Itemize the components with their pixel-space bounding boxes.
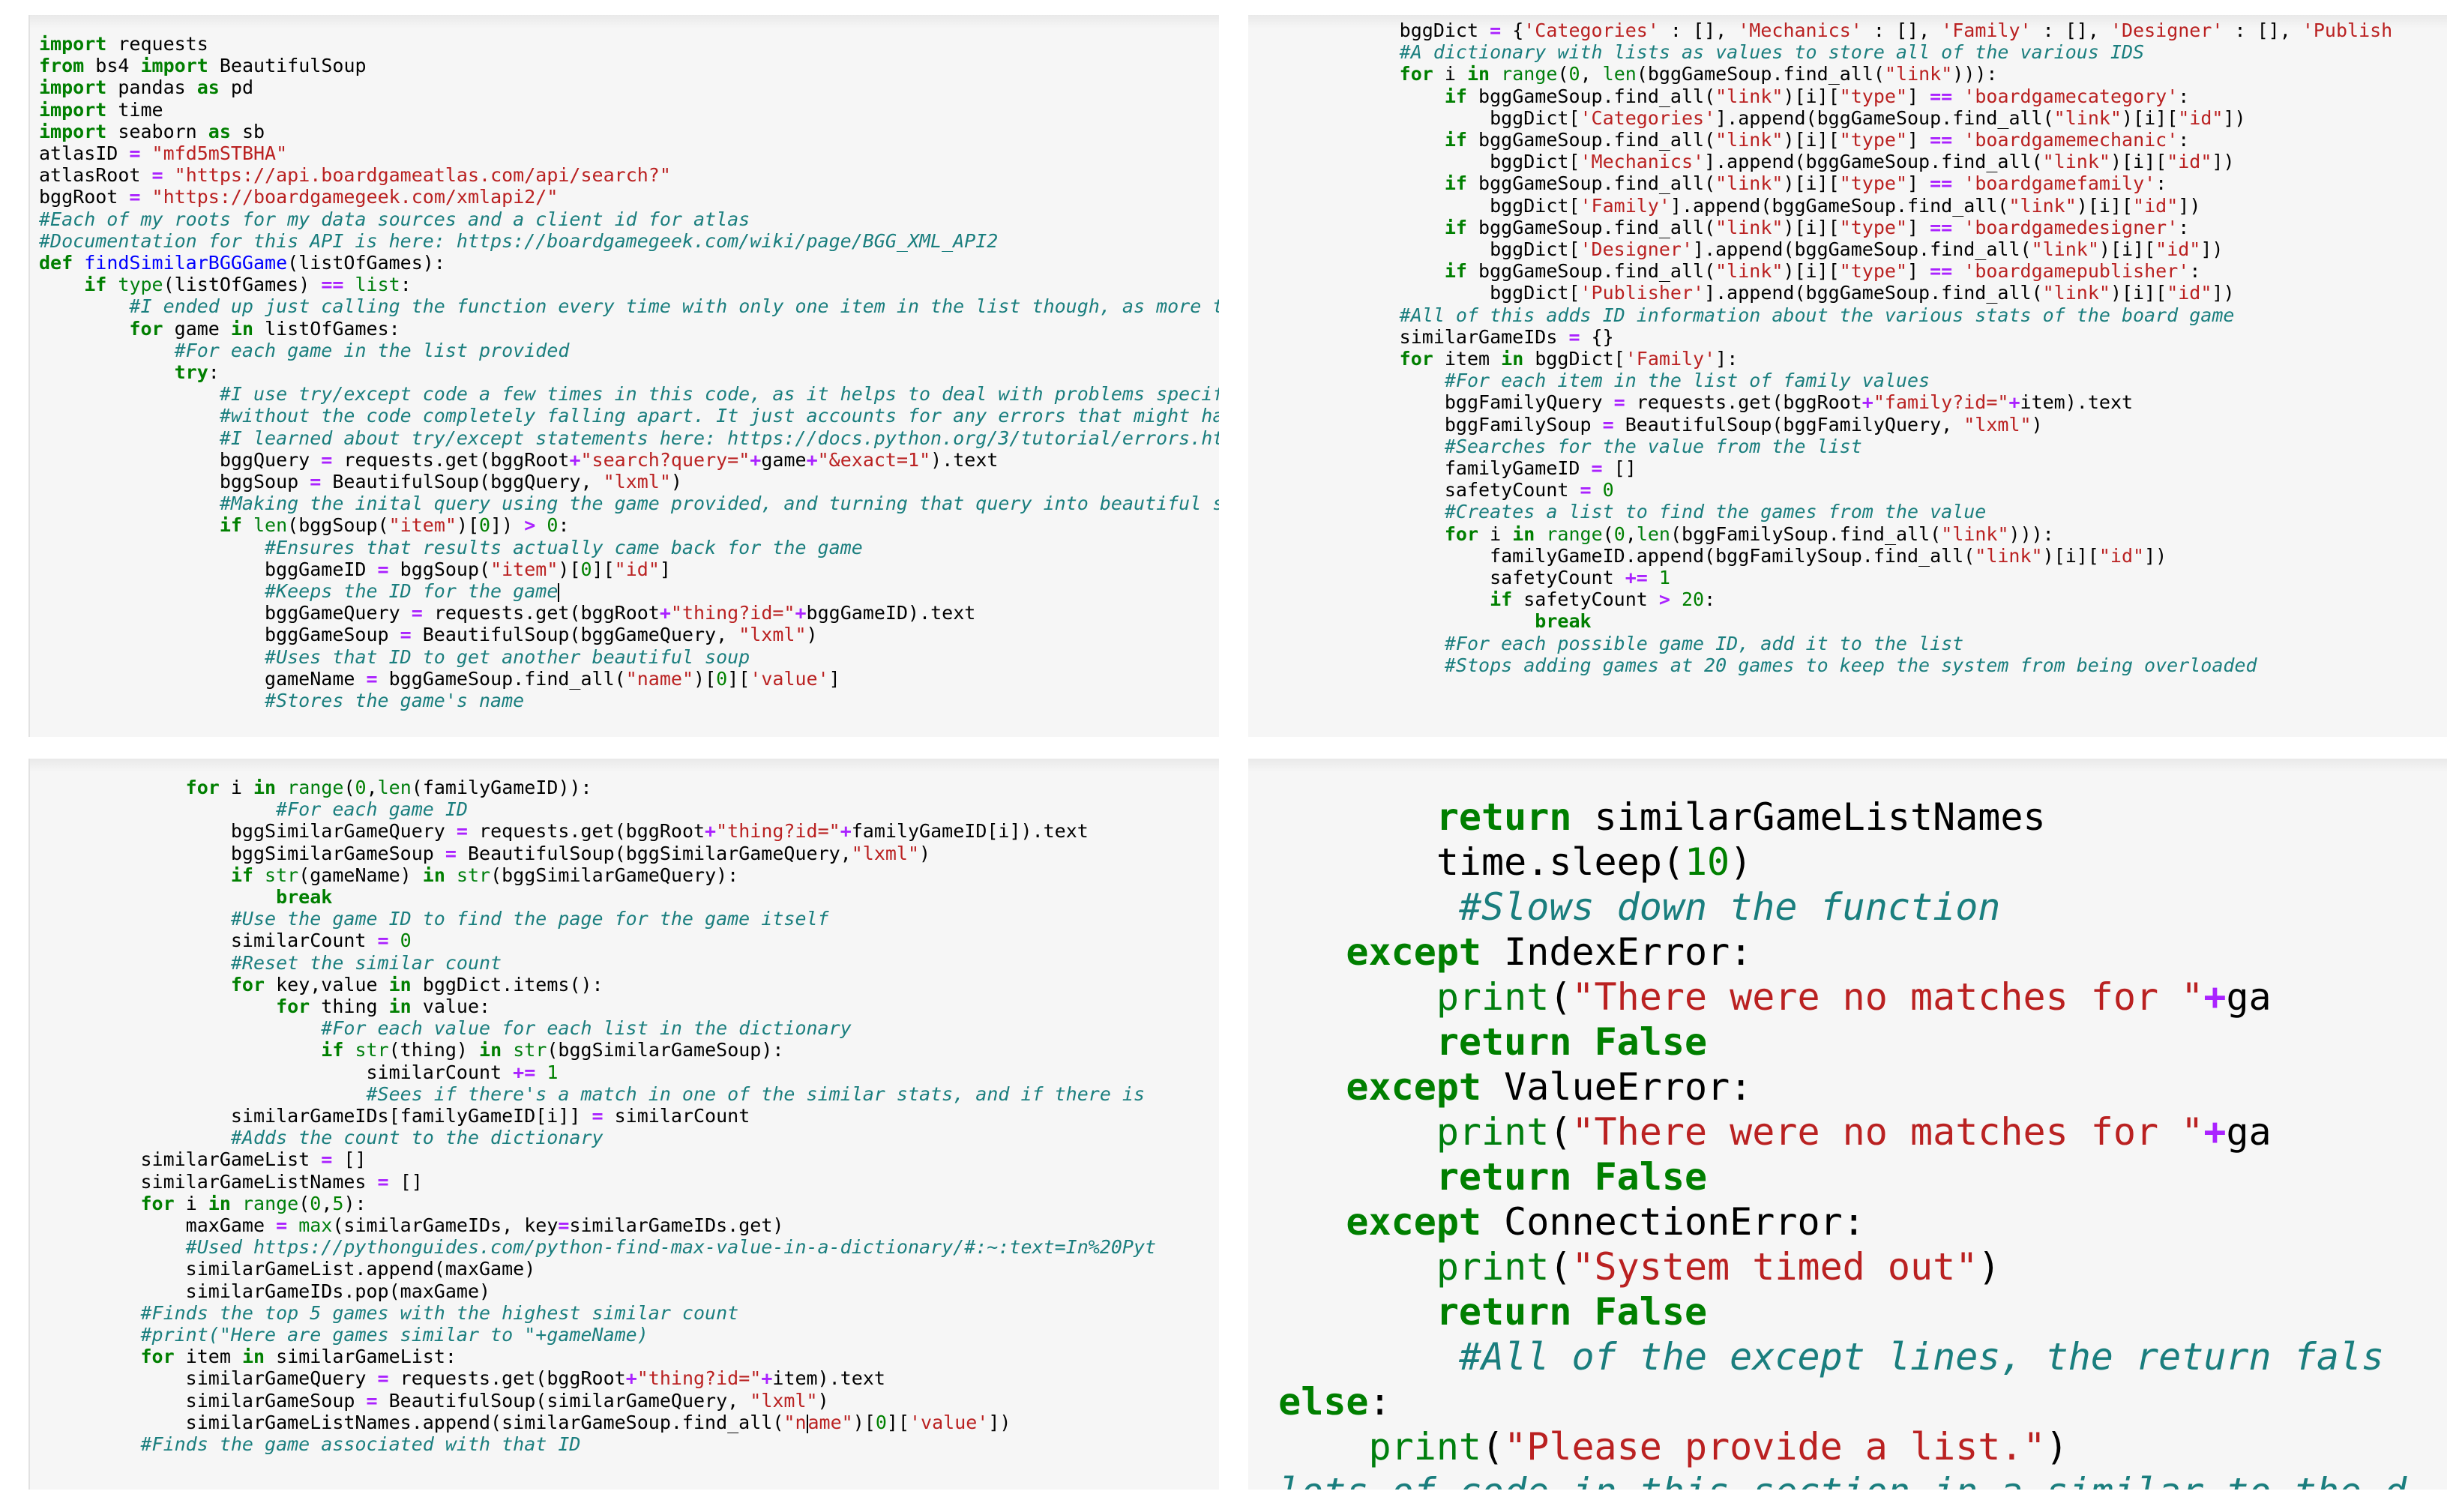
code-block-top-left[interactable]: import requests from bs4 import Beautifu… <box>39 33 1219 711</box>
code-panel-bottom-left: for i in range(0,len(familyGameID)): #Fo… <box>28 759 1219 1490</box>
code-panel-top-left: import requests from bs4 import Beautifu… <box>28 15 1219 737</box>
text-cursor <box>558 583 560 603</box>
code-block-bottom-right[interactable]: return similarGameListNames time.sleep(1… <box>1256 795 2407 1490</box>
panel-left-rule <box>28 759 30 1490</box>
code-panel-bottom-right: return similarGameListNames time.sleep(1… <box>1248 759 2447 1490</box>
code-panel-top-right: bggDict = {'Categories' : [], 'Mechanics… <box>1248 15 2447 737</box>
code-block-bottom-left[interactable]: for i in range(0,len(familyGameID)): #Fo… <box>39 777 1156 1455</box>
panel-left-rule <box>28 15 30 737</box>
code-block-top-right[interactable]: bggDict = {'Categories' : [], 'Mechanics… <box>1253 19 2393 676</box>
